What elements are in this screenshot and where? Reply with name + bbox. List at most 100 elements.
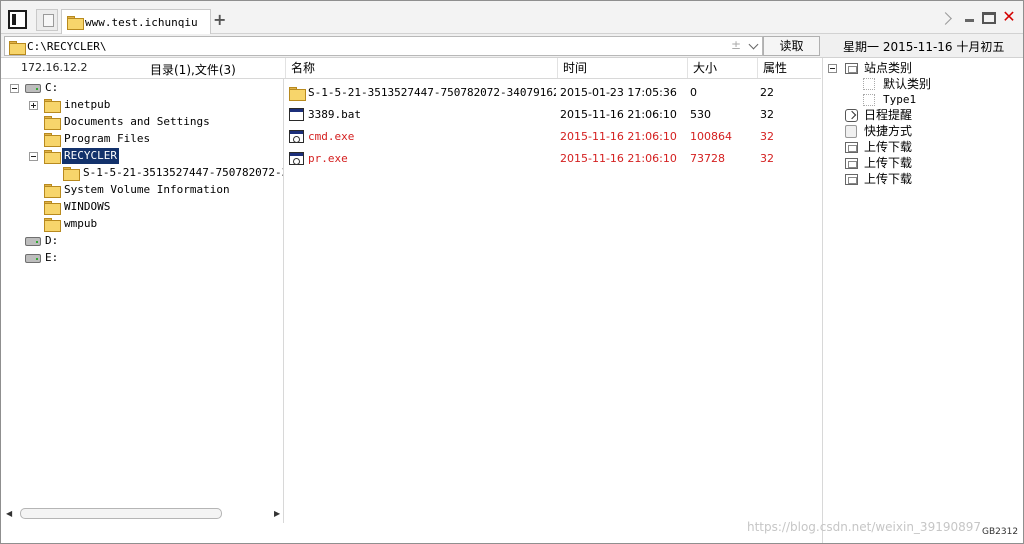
category-icon — [863, 94, 875, 106]
item-upload-download[interactable]: 上传下载 — [828, 155, 1018, 171]
info-row: 172.16.12.2 目录(1),文件(3) 名称 时间 大小 属性 — [1, 58, 821, 79]
executable-file-icon — [289, 130, 304, 143]
scroll-right-icon[interactable]: ▶ — [274, 507, 284, 520]
collapse-icon[interactable] — [10, 84, 19, 93]
shortcut-icon — [845, 125, 857, 138]
tree-item-label: Program Files — [64, 132, 151, 145]
batch-file-icon — [289, 108, 304, 121]
tree-item-label: E: — [45, 251, 59, 264]
file-row[interactable]: S-1-5-21-3513527447-750782072-34079162..… — [285, 82, 821, 104]
ip-label: 172.16.12.2 — [21, 61, 88, 74]
collapse-icon[interactable] — [29, 152, 38, 161]
item-shortcut[interactable]: 快捷方式 — [828, 123, 1018, 139]
folder-icon — [44, 184, 61, 198]
file-name: pr.exe — [308, 152, 348, 165]
tree-item-label: System Volume Information — [64, 183, 230, 196]
folder-icon — [44, 133, 61, 147]
category-label: 默认类别 — [883, 77, 932, 91]
address-field[interactable]: ± — [4, 36, 763, 56]
tree-item-wmpub[interactable]: wmpub — [1, 216, 283, 232]
folder-icon — [44, 201, 61, 215]
column-header-size[interactable]: 大小 — [687, 58, 757, 78]
folder-icon — [63, 167, 80, 181]
tree-item-program-files[interactable]: Program Files — [1, 131, 283, 147]
column-header-name[interactable]: 名称 — [285, 58, 557, 78]
tree-item-documents-and-settings[interactable]: Documents and Settings — [1, 114, 283, 130]
file-attr: 22 — [760, 86, 774, 99]
tree-item-e[interactable]: E: — [1, 250, 283, 266]
tree-horizontal-scrollbar[interactable]: ◀ ▶ — [6, 507, 284, 520]
column-header-attr[interactable]: 属性 — [757, 58, 821, 78]
item-label: 上传下载 — [864, 172, 913, 186]
directory-tree: C: inetpub Documents and Settings Progra… — [1, 79, 284, 523]
tree-item-system-volume-information[interactable]: System Volume Information — [1, 182, 283, 198]
encoding-label[interactable]: GB2312 — [982, 527, 1018, 537]
maximize-button[interactable] — [982, 12, 996, 24]
tree-item-c[interactable]: C: — [1, 80, 283, 96]
panel-toggle-icon[interactable] — [8, 10, 27, 29]
category-icon — [863, 78, 875, 90]
file-row[interactable]: 3389.bat 2015-11-16 21:06:10 530 32 — [285, 104, 821, 126]
page-icon[interactable] — [36, 9, 58, 31]
file-time: 2015-11-16 21:06:10 — [560, 152, 677, 165]
file-row[interactable]: pr.exe 2015-11-16 21:06:10 73728 32 — [285, 148, 821, 170]
tab-bar: www.test.ichunqiu + ✕ — [1, 1, 1023, 34]
file-attr: 32 — [760, 130, 774, 143]
item-label: 日程提醒 — [864, 108, 913, 122]
expand-icon[interactable] — [29, 101, 38, 110]
folder-icon — [44, 116, 61, 130]
file-size: 0 — [690, 86, 697, 99]
file-attr: 32 — [760, 108, 774, 121]
file-name: 3389.bat — [308, 108, 361, 121]
folder-icon — [44, 150, 61, 164]
tree-item-label: C: — [45, 81, 59, 94]
item-schedule[interactable]: 日程提醒 — [828, 107, 1018, 123]
drive-icon — [25, 84, 41, 93]
executable-file-icon — [289, 152, 304, 165]
category-type1[interactable]: Type1 — [828, 92, 1018, 108]
tree-item-d[interactable]: D: — [1, 233, 283, 249]
file-name: S-1-5-21-3513527447-750782072-34079162..… — [308, 86, 556, 99]
folder-icon — [44, 218, 61, 232]
tree-item-inetpub[interactable]: inetpub — [1, 97, 283, 113]
item-label: 上传下载 — [864, 156, 913, 170]
file-name: cmd.exe — [308, 130, 355, 143]
collapse-icon[interactable] — [828, 64, 837, 73]
column-header-time[interactable]: 时间 — [557, 58, 687, 78]
folder-icon — [289, 87, 306, 101]
file-size: 100864 — [690, 130, 732, 143]
item-label: 上传下载 — [864, 140, 913, 154]
plus-minus-icon[interactable]: ± — [731, 38, 741, 52]
file-time: 2015-11-16 21:06:10 — [560, 130, 677, 143]
file-list: S-1-5-21-3513527447-750782072-34079162..… — [285, 79, 821, 523]
minimize-button[interactable] — [964, 11, 976, 25]
close-button[interactable]: ✕ — [1001, 8, 1017, 26]
tree-item-windows[interactable]: WINDOWS — [1, 199, 283, 215]
app-window: www.test.ichunqiu + ✕ ± 读取 星期一 2015-11-1… — [0, 0, 1024, 544]
item-upload-download[interactable]: 上传下载 — [828, 171, 1018, 187]
address-input[interactable] — [27, 38, 707, 54]
watermark: https://blog.csdn.net/weixin_39190897 — [747, 520, 982, 534]
tree-item-recycler[interactable]: RECYCLER — [1, 148, 283, 164]
chevron-down-icon[interactable] — [749, 41, 759, 51]
tab-label: www.test.ichunqiu — [85, 16, 198, 29]
category-default[interactable]: 默认类别 — [828, 76, 1018, 92]
upload-download-icon — [845, 142, 858, 153]
tab-site[interactable]: www.test.ichunqiu — [61, 9, 211, 34]
scroll-left-icon[interactable]: ◀ — [6, 507, 16, 520]
read-button[interactable]: 读取 — [763, 36, 820, 56]
file-row[interactable]: cmd.exe 2015-11-16 21:06:10 100864 32 — [285, 126, 821, 148]
upload-download-icon — [845, 158, 858, 169]
folder-icon — [9, 41, 26, 55]
tree-item-label: wmpub — [64, 217, 98, 230]
upload-download-icon — [845, 174, 858, 185]
tree-item-label: RECYCLER — [62, 148, 119, 164]
file-size: 530 — [690, 108, 711, 121]
category-site[interactable]: 站点类别 — [828, 60, 1018, 76]
file-time: 2015-01-23 17:05:36 — [560, 86, 677, 99]
item-upload-download[interactable]: 上传下载 — [828, 139, 1018, 155]
chevron-right-icon[interactable] — [941, 12, 951, 26]
scroll-thumb[interactable] — [20, 508, 222, 519]
tree-item-sid-folder[interactable]: S-1-5-21-3513527447-750782072-3407 — [1, 165, 283, 181]
new-tab-button[interactable]: + — [213, 12, 226, 28]
